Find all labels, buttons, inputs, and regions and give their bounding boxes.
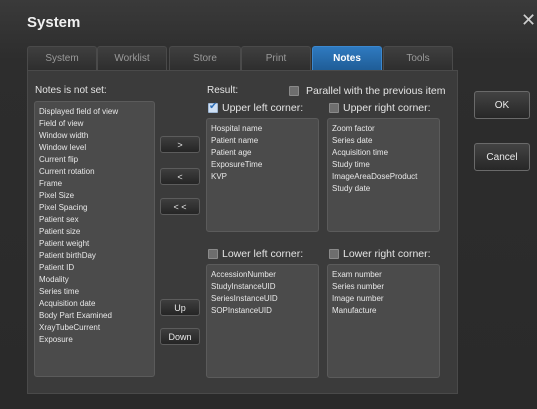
list-item[interactable]: Current flip bbox=[39, 154, 150, 166]
tab-worklist[interactable]: Worklist bbox=[97, 46, 167, 70]
list-item[interactable]: Series number bbox=[332, 281, 435, 293]
list-item[interactable]: Window width bbox=[39, 130, 150, 142]
lower-right-list[interactable]: Exam number Series number Image number M… bbox=[327, 264, 440, 378]
list-item[interactable]: Patient weight bbox=[39, 238, 150, 250]
move-up-button[interactable]: Up bbox=[160, 299, 200, 316]
list-item[interactable]: Patient size bbox=[39, 226, 150, 238]
list-item[interactable]: StudyInstanceUID bbox=[211, 281, 314, 293]
parallel-label: Parallel with the previous item bbox=[306, 85, 446, 97]
tab-print[interactable]: Print bbox=[241, 46, 311, 70]
dialog-title: System bbox=[27, 14, 81, 31]
list-item[interactable]: Series date bbox=[332, 135, 435, 147]
move-down-button[interactable]: Down bbox=[160, 328, 200, 345]
close-icon[interactable]: ✕ bbox=[521, 11, 536, 29]
list-item[interactable]: ImageAreaDoseProduct bbox=[332, 171, 435, 183]
lower-right-checkbox[interactable] bbox=[329, 249, 339, 259]
tab-notes[interactable]: Notes bbox=[312, 46, 382, 70]
list-item[interactable]: Exam number bbox=[332, 269, 435, 281]
notes-not-set-label: Notes is not set: bbox=[35, 85, 107, 96]
list-item[interactable]: Displayed field of view bbox=[39, 106, 150, 118]
upper-right-list[interactable]: Zoom factor Series date Acquisition time… bbox=[327, 118, 440, 232]
list-item[interactable]: Pixel Size bbox=[39, 190, 150, 202]
list-item[interactable]: Patient name bbox=[211, 135, 314, 147]
lower-right-label: Lower right corner: bbox=[343, 248, 431, 260]
list-item[interactable]: Patient ID bbox=[39, 262, 150, 274]
notes-not-set-list[interactable]: Displayed field of view Field of view Wi… bbox=[34, 101, 155, 377]
list-item[interactable]: Body Part Examined bbox=[39, 310, 150, 322]
list-item[interactable]: Current rotation bbox=[39, 166, 150, 178]
list-item[interactable]: Image number bbox=[332, 293, 435, 305]
list-item[interactable]: ExposureTime bbox=[211, 159, 314, 171]
list-item[interactable]: Study time bbox=[332, 159, 435, 171]
tab-strip: System Worklist Store Print Notes Tools bbox=[27, 46, 453, 70]
list-item[interactable]: Pixel Spacing bbox=[39, 202, 150, 214]
parallel-checkbox[interactable] bbox=[289, 86, 299, 96]
list-item[interactable]: Manufacture bbox=[332, 305, 435, 317]
list-item[interactable]: KVP bbox=[211, 171, 314, 183]
list-item[interactable]: Acquisition time bbox=[332, 147, 435, 159]
list-item[interactable]: Patient sex bbox=[39, 214, 150, 226]
list-item[interactable]: AccessionNumber bbox=[211, 269, 314, 281]
tab-store[interactable]: Store bbox=[169, 46, 241, 70]
lower-left-label: Lower left corner: bbox=[222, 248, 304, 260]
upper-left-list[interactable]: Hospital name Patient name Patient age E… bbox=[206, 118, 319, 232]
list-item[interactable]: Zoom factor bbox=[332, 123, 435, 135]
list-item[interactable]: Modality bbox=[39, 274, 150, 286]
list-item[interactable]: Series time bbox=[39, 286, 150, 298]
result-label: Result: bbox=[207, 85, 239, 96]
cancel-button[interactable]: Cancel bbox=[474, 143, 530, 171]
upper-left-checkbox[interactable] bbox=[208, 101, 218, 113]
ok-button[interactable]: OK bbox=[474, 91, 530, 119]
remove-all-button[interactable]: < < bbox=[160, 198, 200, 215]
system-dialog: System ✕ System Worklist Store Print Not… bbox=[0, 0, 537, 409]
list-item[interactable]: Exposure bbox=[39, 334, 150, 346]
upper-right-checkbox[interactable] bbox=[329, 103, 339, 113]
list-item[interactable]: Frame bbox=[39, 178, 150, 190]
add-button[interactable]: > bbox=[160, 136, 200, 153]
list-item[interactable]: Window level bbox=[39, 142, 150, 154]
list-item[interactable]: Field of view bbox=[39, 118, 150, 130]
list-item[interactable]: SeriesInstanceUID bbox=[211, 293, 314, 305]
list-item[interactable]: Acquisition date bbox=[39, 298, 150, 310]
list-item[interactable]: Patient age bbox=[211, 147, 314, 159]
list-item[interactable]: Hospital name bbox=[211, 123, 314, 135]
remove-button[interactable]: < bbox=[160, 168, 200, 185]
list-item[interactable]: SOPInstanceUID bbox=[211, 305, 314, 317]
list-item[interactable]: Study date bbox=[332, 183, 435, 195]
list-item[interactable]: Patient birthDay bbox=[39, 250, 150, 262]
lower-left-list[interactable]: AccessionNumber StudyInstanceUID SeriesI… bbox=[206, 264, 319, 378]
list-item[interactable]: XrayTubeCurrent bbox=[39, 322, 150, 334]
upper-left-label: Upper left corner: bbox=[222, 102, 304, 114]
upper-right-label: Upper right corner: bbox=[343, 102, 431, 114]
tab-system[interactable]: System bbox=[27, 46, 97, 70]
tab-tools[interactable]: Tools bbox=[383, 46, 453, 70]
lower-left-checkbox[interactable] bbox=[208, 249, 218, 259]
